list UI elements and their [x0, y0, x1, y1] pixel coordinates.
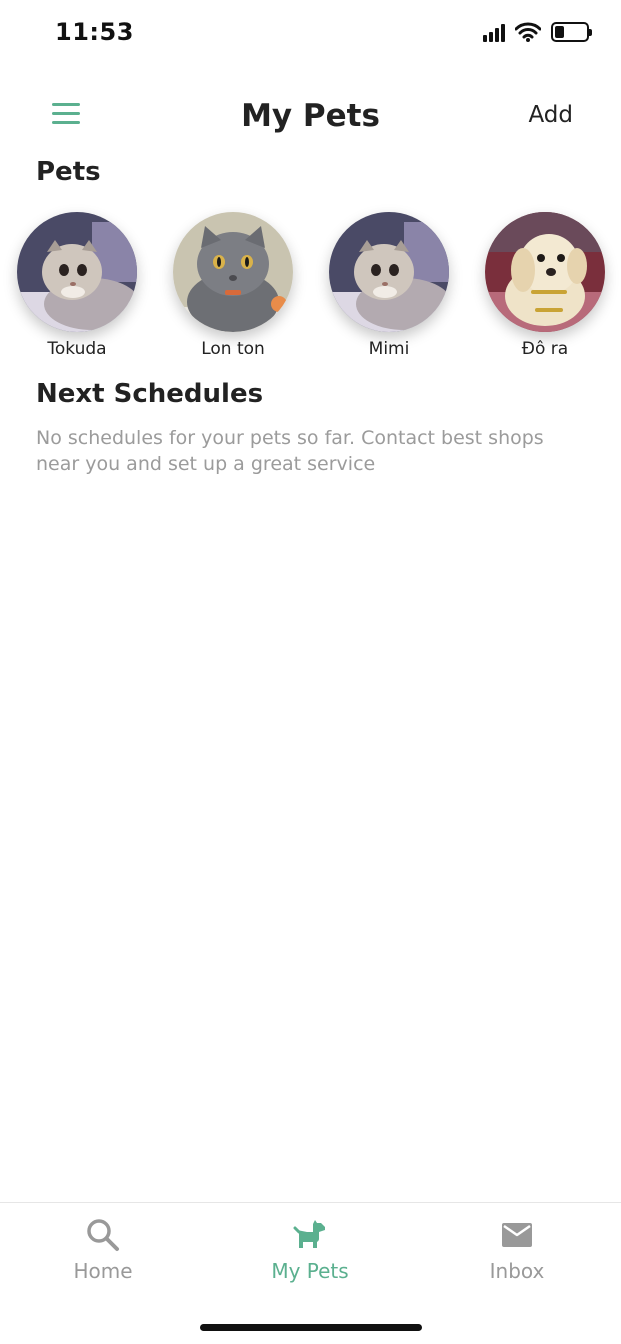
bottom-navigation: Home My Pets Inbox	[0, 1202, 621, 1344]
pet-item[interactable]: Đô ra	[480, 212, 610, 359]
next-schedules-title: Next Schedules	[36, 379, 264, 409]
pet-item[interactable]: Lon ton	[168, 212, 298, 359]
nav-my-pets[interactable]: My Pets	[230, 1215, 390, 1283]
no-schedules-message: No schedules for your pets so far. Conta…	[36, 427, 544, 475]
mail-icon	[437, 1215, 597, 1255]
add-pet-button[interactable]: Add	[528, 102, 573, 128]
cellular-signal-icon	[483, 22, 505, 42]
pet-name: Lon ton	[201, 339, 265, 359]
pet-item[interactable]: Mimi	[324, 212, 454, 359]
nav-home[interactable]: Home	[23, 1215, 183, 1283]
dog-icon	[230, 1215, 390, 1255]
search-icon	[23, 1215, 183, 1255]
battery-icon	[551, 22, 592, 42]
pet-name: Tokuda	[47, 339, 107, 359]
status-bar: 11:53	[0, 0, 621, 68]
status-icons	[483, 22, 592, 42]
pet-avatar-image	[17, 212, 137, 332]
nav-my-pets-label: My Pets	[271, 1259, 349, 1283]
app-header: My Pets Add	[0, 88, 621, 144]
nav-inbox[interactable]: Inbox	[437, 1215, 597, 1283]
status-time: 11:53	[55, 18, 134, 46]
pet-item[interactable]: Tokuda	[12, 212, 142, 359]
nav-inbox-label: Inbox	[489, 1259, 545, 1283]
pets-list: Tokuda Lon ton Mimi Đô ra	[0, 212, 621, 362]
pets-section-title: Pets	[36, 157, 101, 187]
pet-avatar-image	[329, 212, 449, 332]
pet-avatar-image	[485, 212, 605, 332]
pet-avatar-image	[173, 212, 293, 332]
pet-name: Đô ra	[521, 339, 569, 359]
wifi-icon	[515, 22, 541, 42]
nav-home-label: Home	[73, 1259, 133, 1283]
home-indicator[interactable]	[200, 1324, 422, 1331]
pet-name: Mimi	[368, 339, 410, 359]
